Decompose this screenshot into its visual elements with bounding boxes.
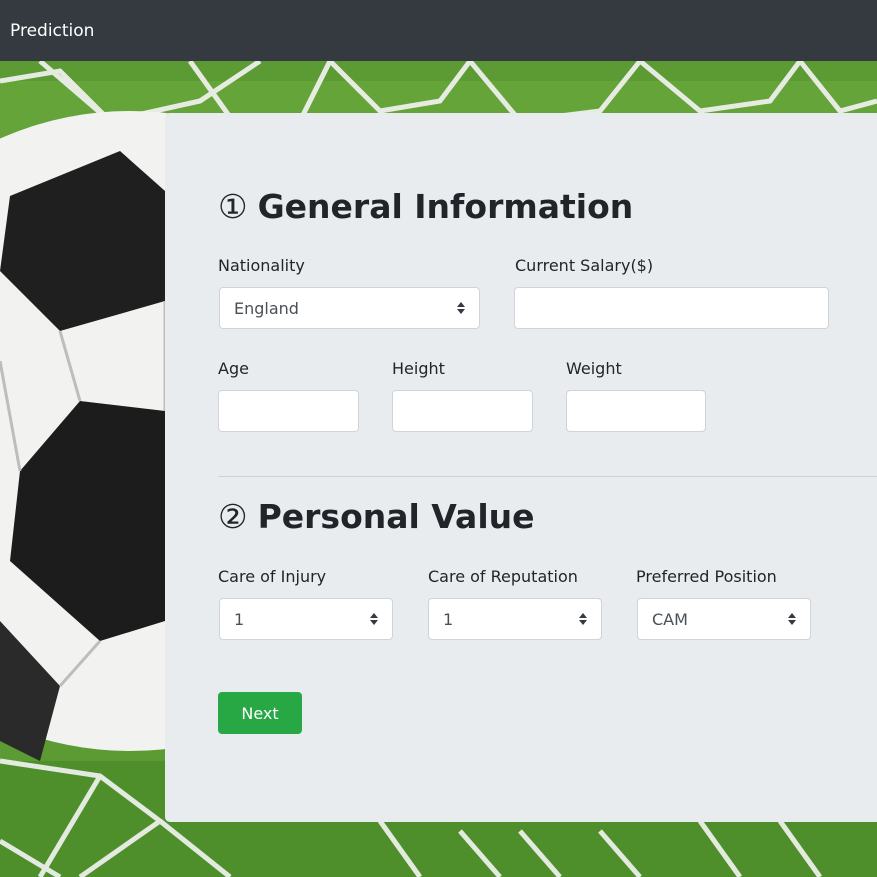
section-title-personal-text: Personal Value — [257, 497, 535, 536]
nationality-value: England — [234, 298, 299, 318]
next-button[interactable]: Next — [218, 692, 302, 734]
section-number-1: ① — [218, 187, 248, 226]
height-input[interactable] — [392, 390, 533, 432]
salary-label: Current Salary($) — [515, 256, 654, 275]
nationality-label: Nationality — [218, 256, 305, 275]
salary-input[interactable] — [514, 287, 829, 329]
select-arrows-icon — [457, 302, 465, 314]
section-number-2: ② — [218, 497, 248, 536]
select-arrows-icon — [579, 613, 587, 625]
position-select[interactable]: CAM — [637, 598, 811, 640]
section-divider — [218, 476, 877, 477]
injury-label: Care of Injury — [218, 567, 327, 586]
prediction-form-card: ① General Information Nationality England… — [165, 113, 877, 822]
reputation-value: 1 — [443, 609, 454, 629]
injury-value: 1 — [234, 609, 245, 629]
section-title-personal: ② Personal Value — [218, 497, 535, 536]
select-arrows-icon — [788, 613, 796, 625]
injury-select[interactable]: 1 — [219, 598, 393, 640]
weight-input[interactable] — [566, 390, 706, 432]
section-title-general: ① General Information — [218, 187, 633, 226]
age-label: Age — [218, 359, 249, 378]
section-title-general-text: General Information — [257, 187, 634, 226]
position-label: Preferred Position — [636, 567, 777, 586]
height-label: Height — [392, 359, 445, 378]
position-value: CAM — [652, 609, 688, 629]
navbar-brand[interactable]: Prediction — [10, 21, 94, 41]
reputation-select[interactable]: 1 — [428, 598, 602, 640]
select-arrows-icon — [370, 613, 378, 625]
weight-label: Weight — [566, 359, 622, 378]
navbar: Prediction — [0, 0, 877, 61]
age-input[interactable] — [218, 390, 359, 432]
reputation-label: Care of Reputation — [428, 567, 578, 586]
nationality-select[interactable]: England — [219, 287, 480, 329]
